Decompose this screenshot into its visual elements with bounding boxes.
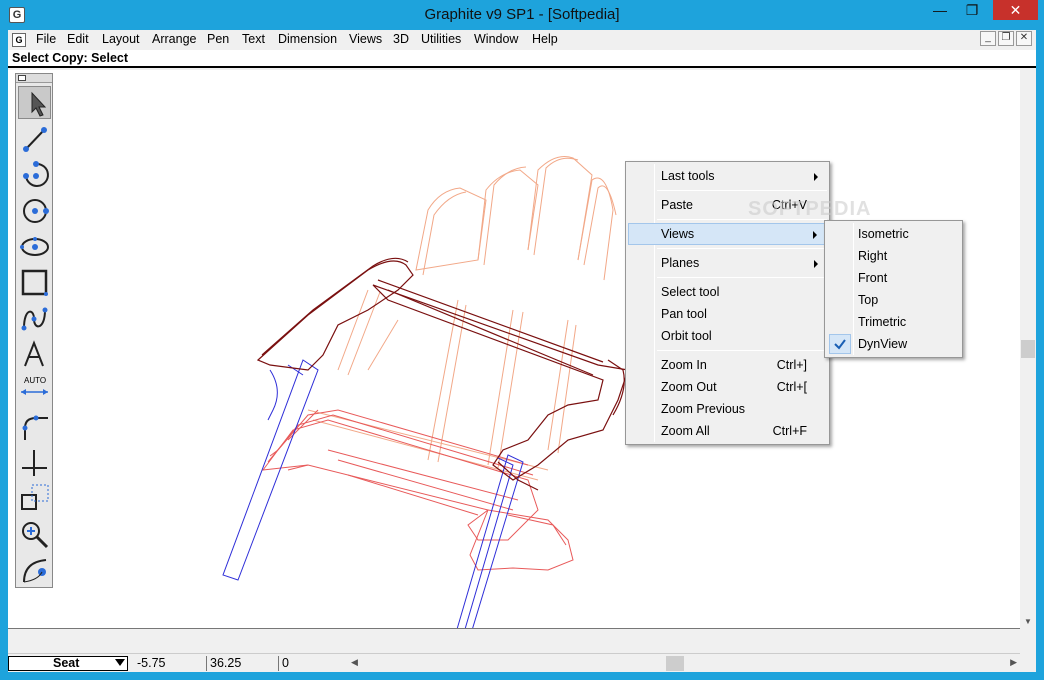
layer-value: Seat: [53, 656, 80, 670]
bottom-status-bar: Seat -5.75 36.25 0 ◀ ▶: [8, 655, 1036, 672]
circle-tool[interactable]: [18, 194, 51, 227]
arc-tool[interactable]: [18, 158, 51, 191]
menu-item-zoom-in[interactable]: Zoom In Ctrl+]: [628, 354, 827, 376]
scale-tool[interactable]: [18, 482, 51, 515]
menu-dimension[interactable]: Dimension: [278, 32, 337, 46]
menu-item-zoom-out[interactable]: Zoom Out Ctrl+[: [628, 376, 827, 398]
maximize-button[interactable]: ❐: [958, 0, 986, 20]
submenu-item-front[interactable]: Front: [827, 267, 960, 289]
circle-icon: [23, 199, 49, 223]
menu-utilities[interactable]: Utilities: [421, 32, 461, 46]
rectangle-tool[interactable]: [18, 266, 51, 299]
arrow-pointer-icon: [31, 91, 47, 117]
window-title: Graphite v9 SP1 - [Softpedia]: [424, 6, 620, 23]
vertical-scrollbar[interactable]: ▼: [1020, 70, 1036, 628]
minimize-button[interactable]: —: [926, 0, 954, 20]
menu-item-zoom-all[interactable]: Zoom All Ctrl+F: [628, 420, 827, 442]
menu-window[interactable]: Window: [474, 32, 518, 46]
menu-bar: G File Edit Layout Arrange Pen Text Dime…: [8, 30, 1036, 50]
submenu-item-top[interactable]: Top: [827, 289, 960, 311]
ellipse-icon: [20, 237, 49, 256]
close-button[interactable]: ✕: [993, 0, 1038, 20]
cross-line-icon: [22, 450, 47, 476]
y-coordinate: 36.25: [206, 656, 276, 671]
mdi-restore-button[interactable]: ❐: [998, 31, 1014, 46]
document-icon[interactable]: G: [12, 33, 26, 47]
menu-item-orbit-tool[interactable]: Orbit tool: [628, 325, 827, 347]
text-tool[interactable]: [18, 338, 51, 371]
submenu-arrow-icon: [813, 231, 817, 239]
mdi-close-button[interactable]: ✕: [1016, 31, 1032, 46]
rotate-icon: [23, 559, 47, 583]
prompt-line: Select Copy: Select: [8, 50, 1036, 68]
views-submenu: Isometric Right Front Top Trimetric DynV…: [824, 220, 963, 358]
seat-slats: [261, 409, 574, 571]
menu-item-select-tool[interactable]: Select tool: [628, 281, 827, 303]
submenu-item-right[interactable]: Right: [827, 245, 960, 267]
line-icon: [23, 127, 47, 152]
spline-icon: [21, 307, 48, 331]
menu-item-pan-tool[interactable]: Pan tool: [628, 303, 827, 325]
menu-layout[interactable]: Layout: [102, 32, 140, 46]
layer-dropdown[interactable]: Seat: [8, 656, 128, 671]
rotate-tool[interactable]: [18, 554, 51, 587]
submenu-arrow-icon: [814, 173, 818, 181]
vertical-scroll-thumb[interactable]: [1021, 340, 1035, 358]
fillet-tool[interactable]: [18, 410, 51, 443]
fillet-icon: [22, 415, 48, 440]
menu-item-zoom-previous[interactable]: Zoom Previous: [628, 398, 827, 420]
menu-file[interactable]: File: [36, 32, 56, 46]
menu-item-views[interactable]: Views: [628, 223, 827, 245]
rectangle-icon: [21, 269, 48, 296]
app-window: G Graphite v9 SP1 - [Softpedia] — ❐ ✕ G …: [0, 0, 1044, 680]
scroll-right-arrow-icon[interactable]: ▶: [1010, 657, 1017, 668]
command-bar[interactable]: [8, 628, 1020, 654]
horizontal-scrollbar[interactable]: ◀ ▶: [348, 656, 1020, 671]
magnifier-icon: [22, 522, 49, 549]
menu-edit[interactable]: Edit: [67, 32, 89, 46]
scroll-down-arrow-icon[interactable]: ▼: [1024, 617, 1032, 626]
submenu-item-trimetric[interactable]: Trimetric: [827, 311, 960, 333]
menu-3d[interactable]: 3D: [393, 32, 409, 46]
title-bar[interactable]: G Graphite v9 SP1 - [Softpedia] — ❐ ✕: [0, 0, 1044, 30]
select-tool[interactable]: [18, 86, 51, 119]
menu-arrange[interactable]: Arrange: [152, 32, 196, 46]
auto-dimension-tool[interactable]: AUTO: [18, 374, 51, 407]
chair-legs: [222, 359, 524, 661]
scale-icon: [21, 484, 49, 510]
mdi-minimize-button[interactable]: _: [980, 31, 996, 46]
mdi-controls: _ ❐ ✕: [980, 31, 1032, 46]
tool-palette: AUTO: [15, 73, 53, 588]
spline-tool[interactable]: [18, 302, 51, 335]
checkmark-icon: [829, 334, 851, 354]
ellipse-tool[interactable]: [18, 230, 51, 263]
menu-text[interactable]: Text: [242, 32, 265, 46]
menu-item-planes[interactable]: Planes: [628, 252, 827, 274]
chair-arms: [256, 257, 629, 491]
horizontal-scroll-thumb[interactable]: [666, 656, 684, 671]
menu-views[interactable]: Views: [349, 32, 382, 46]
prompt-text: Select Copy: Select: [12, 51, 129, 65]
submenu-item-isometric[interactable]: Isometric: [827, 223, 960, 245]
submenu-arrow-icon: [814, 260, 818, 268]
backrest-slats: [307, 156, 617, 481]
menu-item-last-tools[interactable]: Last tools: [628, 165, 827, 187]
text-icon: [24, 340, 44, 367]
softpedia-watermark: SOFTPEDIA: [748, 198, 872, 220]
line-tool[interactable]: [18, 122, 51, 155]
arc-icon: [23, 161, 49, 187]
dropdown-arrow-icon[interactable]: [115, 659, 125, 666]
construction-line-tool[interactable]: [18, 446, 51, 479]
zoom-tool[interactable]: [18, 518, 51, 551]
tool-palette-header[interactable]: [16, 74, 52, 83]
z-coordinate: 0: [278, 656, 348, 671]
dimension-arrow-icon: [21, 389, 48, 395]
scroll-left-arrow-icon[interactable]: ◀: [351, 657, 358, 668]
submenu-item-dynview[interactable]: DynView: [827, 333, 960, 355]
menu-help[interactable]: Help: [532, 32, 558, 46]
x-coordinate: -5.75: [137, 656, 166, 670]
menu-pen[interactable]: Pen: [207, 32, 229, 46]
